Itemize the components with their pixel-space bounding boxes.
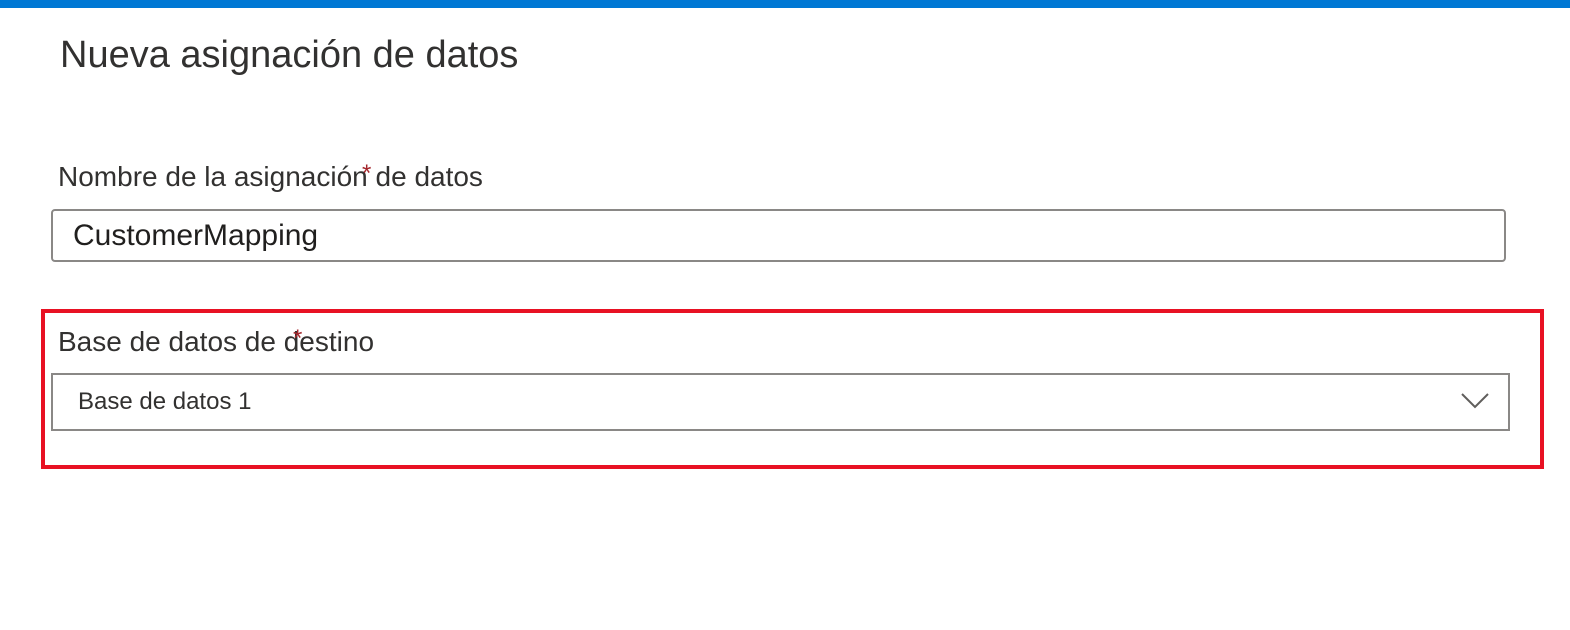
mapping-name-required-marker: *	[362, 160, 372, 187]
target-database-selected-value: Base de datos 1	[78, 388, 252, 415]
target-database-dropdown[interactable]: Base de datos 1	[51, 373, 1510, 431]
chevron-down-icon	[1461, 393, 1489, 409]
target-database-label: Base de datos de destino	[58, 326, 375, 357]
mapping-name-label: Nombre de la asignación de datos	[58, 161, 483, 192]
panel-title: Nueva asignación de datos	[60, 34, 519, 76]
top-accent-bar	[0, 0, 1570, 8]
target-database-required-marker: *	[293, 325, 303, 352]
mapping-name-input[interactable]	[51, 209, 1506, 262]
